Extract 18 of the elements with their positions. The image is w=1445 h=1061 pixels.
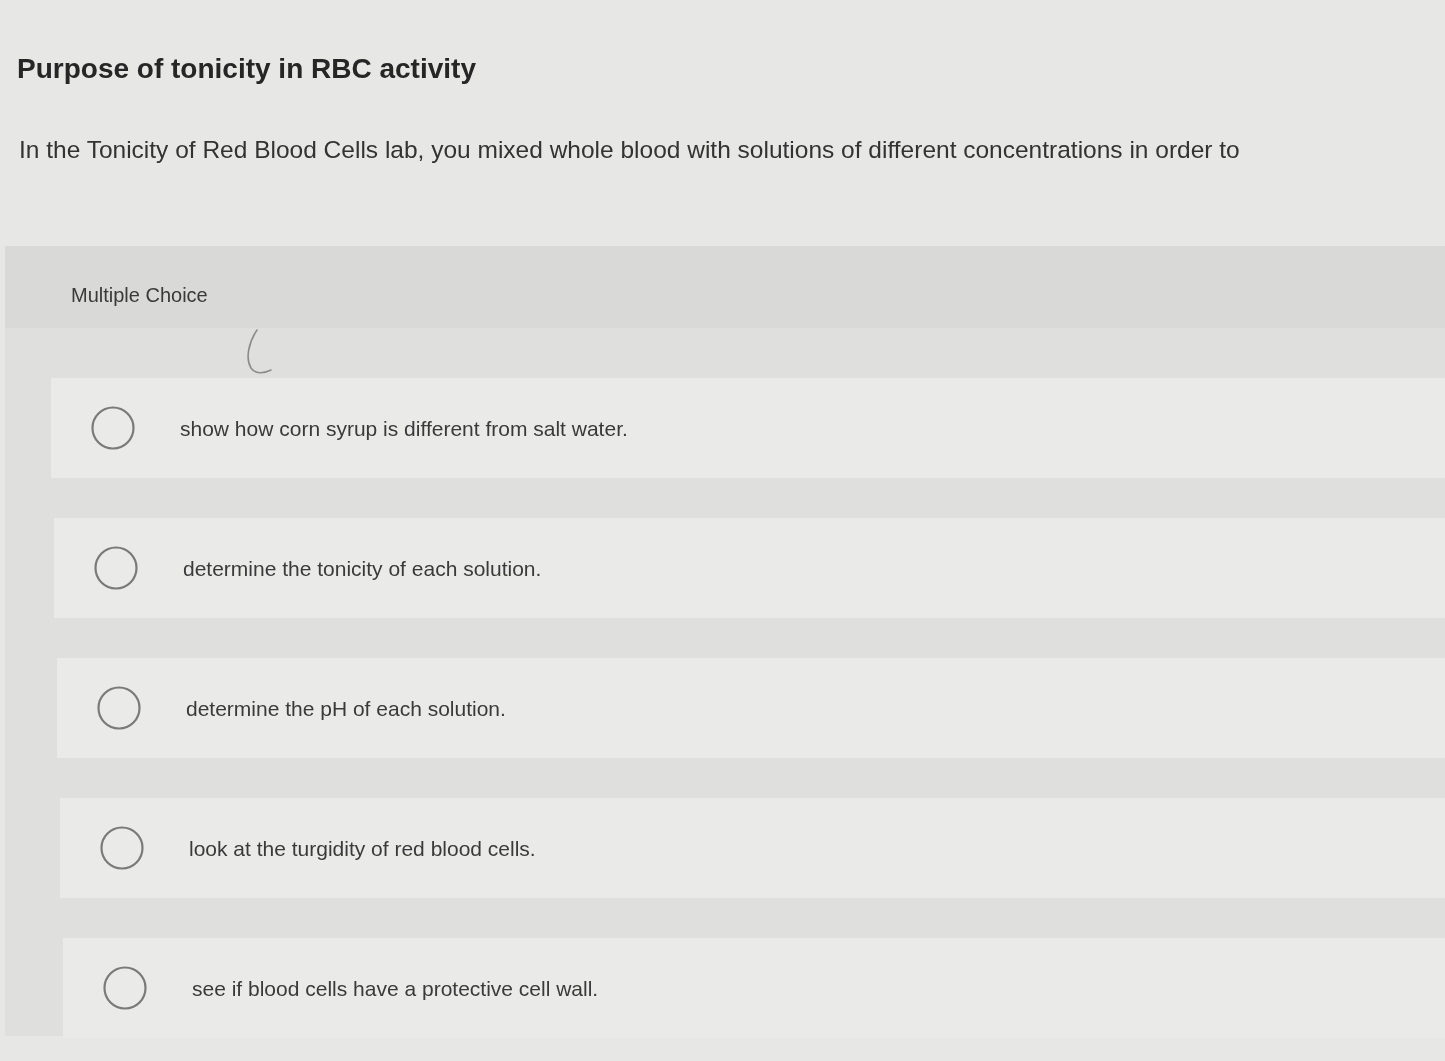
option-text: look at the turgidity of red blood cells. <box>189 835 536 862</box>
radio-button[interactable] <box>100 826 144 871</box>
question-text: In the Tonicity of Red Blood Cells lab, you mixed whole blood with solutions of different concentrations in order to <box>19 134 1240 165</box>
option-text: determine the tonicity of each solution. <box>183 555 542 582</box>
question-type-label: Multiple Choice <box>71 283 208 309</box>
answer-option[interactable]: show how corn syrup is different from salt water. <box>51 378 1445 479</box>
radio-button[interactable] <box>97 686 141 731</box>
radio-button[interactable] <box>94 546 138 591</box>
option-text: determine the pH of each solution. <box>186 695 506 722</box>
option-text: show how corn syrup is different from salt water. <box>180 415 628 442</box>
answer-option[interactable]: see if blood cells have a protective cell wall. <box>63 938 1445 1039</box>
option-text: see if blood cells have a protective cell wall. <box>192 975 599 1002</box>
radio-button[interactable] <box>91 406 135 451</box>
answer-option[interactable]: determine the pH of each solution. <box>57 658 1445 759</box>
answer-option[interactable]: determine the tonicity of each solution. <box>54 518 1445 619</box>
question-title: Purpose of tonicity in RBC activity <box>17 52 476 86</box>
radio-button[interactable] <box>103 966 147 1011</box>
answer-option[interactable]: look at the turgidity of red blood cells. <box>60 798 1445 899</box>
